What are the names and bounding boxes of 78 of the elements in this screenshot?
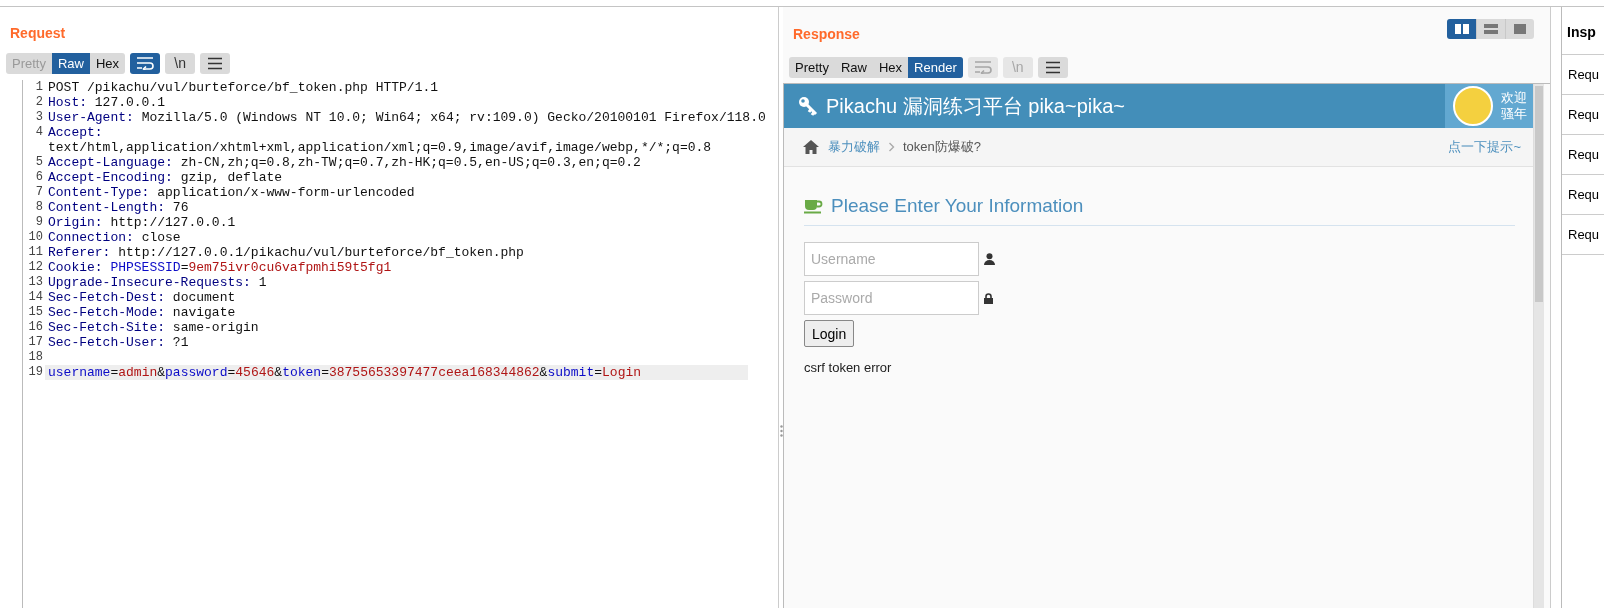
code-line: Referer: http://127.0.0.1/pikachu/vul/burteforce/bf_token.php <box>47 245 525 260</box>
wrap-lines-button[interactable] <box>130 52 161 74</box>
view-tab[interactable]: Hex <box>873 56 909 78</box>
line-number: 19 <box>27 365 44 380</box>
wrap-icon <box>136 56 155 70</box>
inspector-row[interactable]: Requ <box>1568 107 1600 122</box>
view-tab[interactable]: Render <box>908 56 963 78</box>
inspector-row[interactable]: Requ <box>1568 67 1600 82</box>
breadcrumb-text: token防爆破? <box>903 138 982 156</box>
menu-button[interactable] <box>200 52 231 74</box>
line-number: 12 <box>27 260 44 275</box>
panel-title: Request <box>9 25 67 41</box>
menu-icon <box>207 56 224 70</box>
menu-icon <box>1044 60 1061 74</box>
line-number: 8 <box>34 200 44 215</box>
newline-button[interactable]: \n <box>165 52 196 74</box>
code-line: Host: 127.0.0.1 <box>47 95 167 110</box>
code-line: Sec-Fetch-Dest: document <box>47 290 237 305</box>
view-tab[interactable]: Hex <box>90 52 126 74</box>
line-number: 17 <box>27 335 44 350</box>
line-number: 2 <box>34 95 44 110</box>
wrap-icon <box>973 60 992 74</box>
view-tab[interactable]: Pretty <box>789 56 835 78</box>
code-line: Sec-Fetch-Site: same-origin <box>47 320 260 335</box>
line-number: 3 <box>34 110 44 125</box>
line-number: 11 <box>27 245 44 260</box>
code-line: Sec-Fetch-User: ?1 <box>47 335 190 350</box>
rows-icon <box>1484 24 1498 34</box>
line-number: 1 <box>34 80 44 95</box>
code-line: User-Agent: Mozilla/5.0 (Windows NT 10.0; Win64; x64; rv:109.0) Gecko/20100101 Firefox/118.0 <box>47 110 767 125</box>
line-number: 6 <box>34 170 44 185</box>
code-line: Connection: close <box>47 230 182 245</box>
view-tab[interactable]: Raw <box>834 56 873 78</box>
user-icon <box>984 253 995 265</box>
inspector-row[interactable]: Requ <box>1568 227 1600 242</box>
code-line: Content-Type: application/x-www-form-urlencoded <box>47 185 416 200</box>
line-number: 4 <box>34 125 44 141</box>
line-number: 18 <box>27 350 44 365</box>
panel-title: Response <box>793 26 860 42</box>
line-number: 15 <box>27 305 44 320</box>
chevron-icon <box>888 142 895 152</box>
layout-button[interactable] <box>1447 19 1476 39</box>
line-number: 9 <box>34 215 44 230</box>
line-number: 5 <box>34 155 44 170</box>
line-number: 10 <box>27 230 44 245</box>
greeting-text: 欢迎骚年 <box>1501 90 1527 122</box>
password-field[interactable]: Password <box>804 281 979 315</box>
inspector-title: Insp <box>1567 24 1596 40</box>
key-icon <box>798 96 818 116</box>
code-line: Content-Length: 76 <box>47 200 190 215</box>
line-number: 7 <box>34 185 44 200</box>
code-line: POST /pikachu/vul/burteforce/bf_token.php HTTP/1.1 <box>47 80 440 95</box>
drag-handle-icon[interactable] <box>779 425 783 437</box>
site-title: Pikachu 漏洞练习平台 pika~pika~ <box>826 93 1125 119</box>
line-number: 13 <box>27 275 44 290</box>
code-line: Accept-Encoding: gzip, deflate <box>47 170 284 185</box>
code-line: Sec-Fetch-Mode: navigate <box>47 305 237 320</box>
error-message: csrf token error <box>804 360 893 375</box>
inspector-row[interactable]: Requ <box>1568 147 1600 162</box>
code-line: Cookie: PHPSESSID=9em75ivr0cu6vafpmhi59t5fg1 <box>47 260 393 275</box>
home-icon <box>802 139 820 155</box>
username-field[interactable]: Username <box>804 242 979 276</box>
menu-button[interactable] <box>1037 56 1068 78</box>
lock-icon <box>984 292 993 304</box>
view-tab[interactable]: Raw <box>51 52 90 74</box>
scrollbar[interactable] <box>1533 84 1544 608</box>
cup-icon <box>804 198 823 214</box>
code-line: Upgrade-Insecure-Requests: 1 <box>47 275 268 290</box>
code-line: Accept-Language: zh-CN,zh;q=0.8,zh-TW;q=0.7,zh-HK;q=0.5,en-US;q=0.3,en;q=0.2 <box>47 155 642 170</box>
line-number: 16 <box>27 320 44 335</box>
login-button[interactable]: Login <box>804 320 855 347</box>
code-line: Origin: http://127.0.0.1 <box>47 215 237 230</box>
columns-icon <box>1454 24 1469 34</box>
avatar <box>1453 86 1493 126</box>
inspector-row[interactable]: Requ <box>1568 187 1600 202</box>
square-icon <box>1514 24 1526 34</box>
form-heading: Please Enter Your Information <box>831 195 1084 217</box>
line-number: 14 <box>27 290 44 305</box>
